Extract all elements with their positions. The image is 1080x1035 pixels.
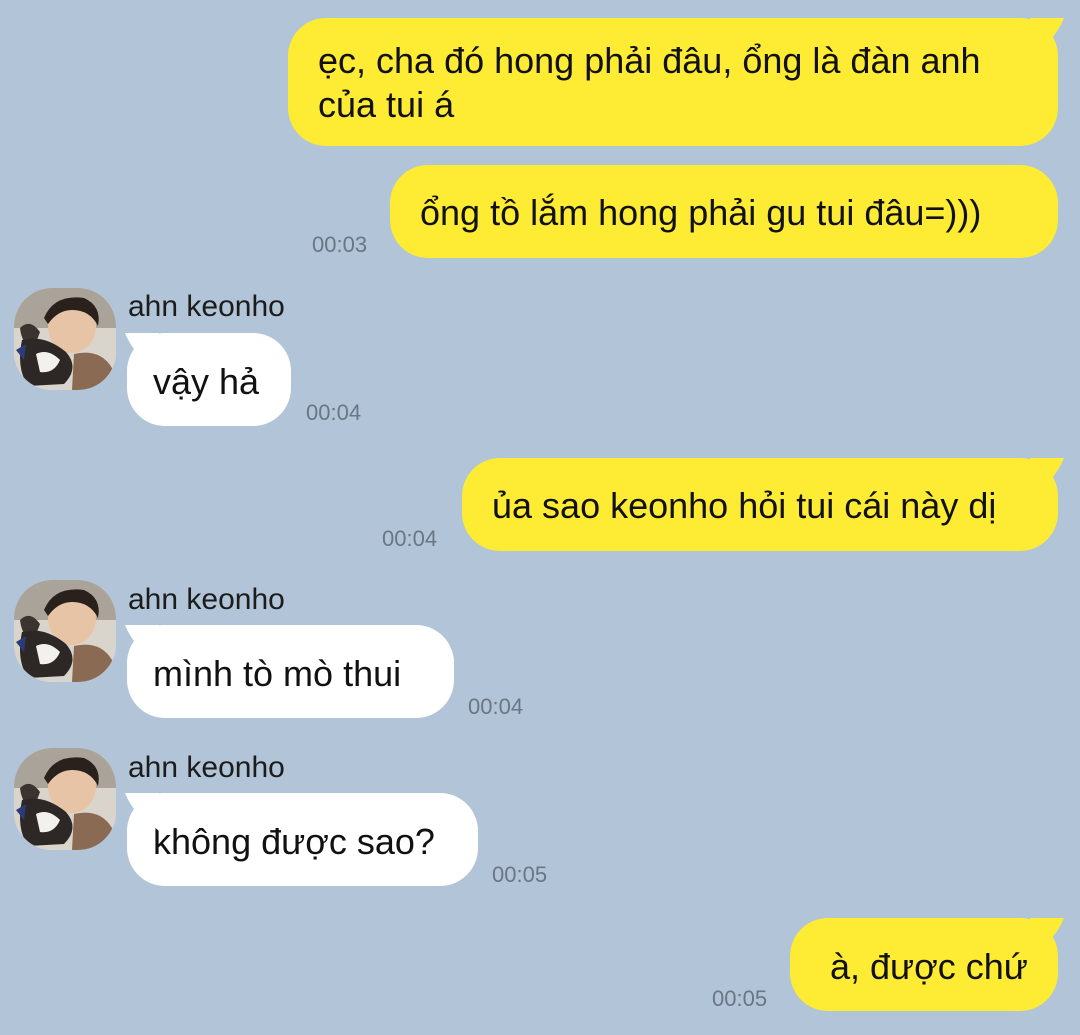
- message-text-line: mình tò mò thui: [153, 653, 402, 694]
- message-text-line: vậy hả: [153, 361, 260, 402]
- profile-photo-icon: [14, 580, 116, 682]
- message-text-line: ủa sao keonho hỏi tui cái này dị: [492, 485, 997, 526]
- chat-screen: { "colors": { "background": "#b1c4d8", "…: [0, 0, 1080, 1035]
- outgoing-message-bubble[interactable]: ổng tồ lắm hong phải gu tui đâu=))): [390, 165, 1058, 258]
- outgoing-bubble-tail: [1030, 918, 1064, 956]
- contact-avatar[interactable]: [14, 288, 116, 390]
- outgoing-bubble-tail: [1030, 458, 1064, 496]
- incoming-bubble-tail: [125, 625, 159, 663]
- message-timestamp: 00:05: [712, 986, 768, 1011]
- outgoing-message-bubble[interactable]: à, được chứ: [790, 918, 1058, 1011]
- message-text-line: ẹc, cha đó hong phải đâu, ổng là đàn anh: [318, 40, 981, 81]
- sender-name: ahn keonho: [128, 583, 285, 616]
- contact-avatar[interactable]: [14, 748, 116, 850]
- sender-name: ahn keonho: [128, 751, 285, 784]
- message-timestamp: 00:04: [382, 526, 438, 551]
- message-text-line: ổng tồ lắm hong phải gu tui đâu=))): [420, 192, 982, 233]
- profile-photo-icon: [14, 748, 116, 850]
- incoming-message-bubble[interactable]: không được sao?: [127, 793, 478, 886]
- contact-avatar[interactable]: [14, 580, 116, 682]
- outgoing-message-bubble[interactable]: ẹc, cha đó hong phải đâu, ổng là đàn anh…: [288, 18, 1058, 146]
- outgoing-bubble-tail: [1030, 18, 1064, 56]
- message-timestamp: 00:05: [492, 862, 548, 887]
- message-text-line: không được sao?: [153, 821, 435, 862]
- message-timestamp: 00:04: [306, 400, 362, 425]
- message-timestamp: 00:03: [312, 232, 368, 257]
- outgoing-message-bubble[interactable]: ủa sao keonho hỏi tui cái này dị: [462, 458, 1058, 551]
- sender-name: ahn keonho: [128, 290, 285, 323]
- message-text-line: à, được chứ: [830, 946, 1028, 987]
- incoming-bubble-tail: [125, 333, 159, 371]
- incoming-bubble-tail: [125, 793, 159, 831]
- message-text-line: của tui á: [318, 84, 455, 125]
- incoming-message-bubble[interactable]: mình tò mò thui: [127, 625, 454, 718]
- profile-photo-icon: [14, 288, 116, 390]
- message-timestamp: 00:04: [468, 694, 524, 719]
